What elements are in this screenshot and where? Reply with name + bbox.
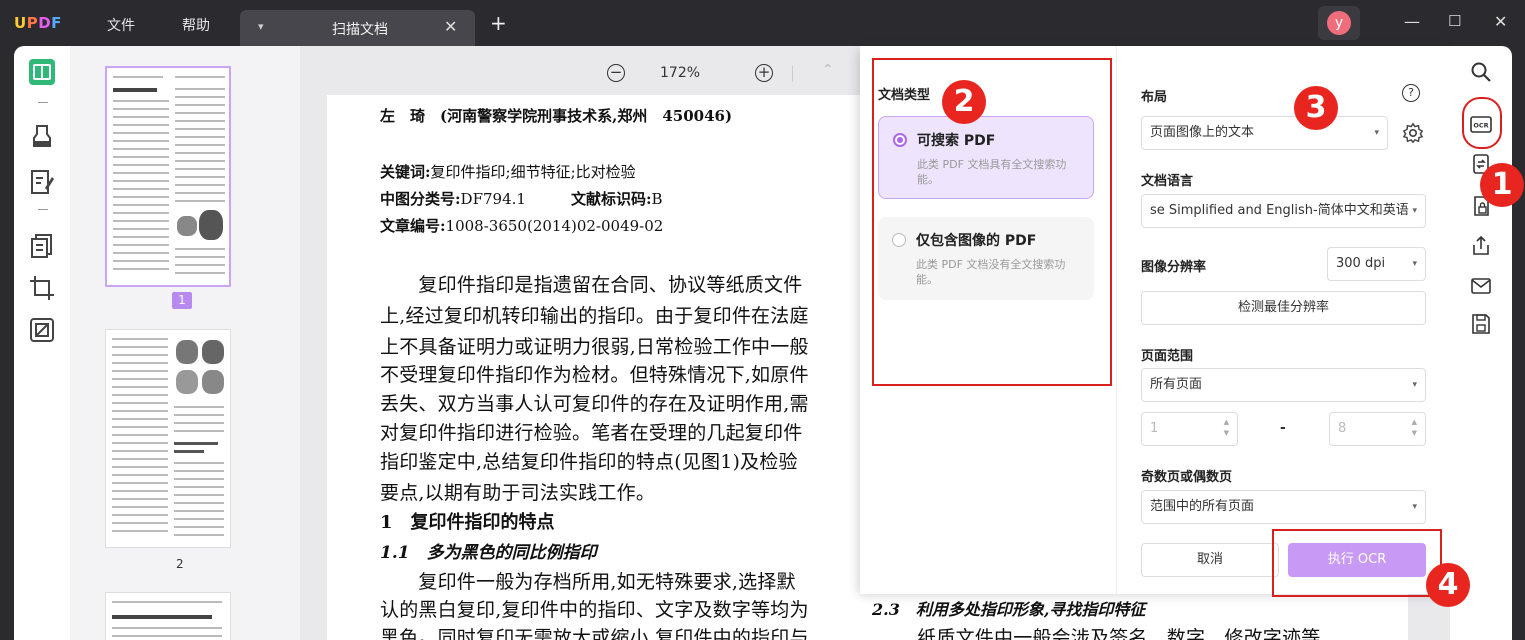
annotation-circle-ocr-icon — [1462, 97, 1502, 149]
thumbnail-panel: 1 2 — [70, 46, 300, 640]
paragraph-line: 认的黑白复印,复印件中的指印、文字及数字等均为 — [380, 599, 809, 621]
page-number-badge: 1 — [172, 292, 192, 309]
paragraph-line: 不受理复印件指印作为检材。但特殊情况下,如原件 — [380, 364, 809, 386]
crop-icon[interactable] — [28, 274, 56, 302]
reader-icon[interactable] — [28, 58, 56, 86]
paragraph-line: 要点,以期有助于司法实践工作。 — [380, 482, 656, 504]
pdf-page: 左 琦 (河南警察学院刑事技术系,郑州 450046) 关键词:复印件指印;细节… — [327, 95, 862, 640]
menu-help[interactable]: 帮助 — [182, 15, 210, 35]
subsection-heading: 2.3 利用多处指印形象,寻找指印特征 — [872, 600, 1146, 619]
zoom-level[interactable]: 172% — [660, 65, 700, 81]
cancel-button[interactable]: 取消 — [1141, 543, 1279, 577]
paragraph-line: 上不具备证明力或证明力很弱,日常检验工作中一般 — [380, 336, 809, 358]
toolbar-divider — [792, 66, 793, 82]
rail-divider — [38, 102, 48, 103]
app-window: UPDF 文件 帮助 ▾ 扫描文档 ✕ + y — ☐ ✕ 1 2 − 172%… — [0, 0, 1525, 640]
classification-line: 中图分类号:DF794.1 文献标识码:B — [380, 190, 663, 208]
paragraph-line: 纸质文件中一般会涉及签名、数字、修改字迹等 — [898, 627, 1321, 640]
resolution-label: 图像分辨率 — [1141, 260, 1207, 275]
email-icon[interactable] — [1469, 274, 1493, 298]
annotation-number-1: 1 — [1480, 163, 1524, 207]
range-from-input[interactable]: 1 ▲ ▼ — [1141, 412, 1238, 446]
stepper-icon[interactable]: ▲ ▼ — [1224, 417, 1229, 439]
page-thumbnail-1[interactable] — [105, 66, 231, 287]
menu-file[interactable]: 文件 — [107, 15, 135, 35]
page-range-label: 页面范围 — [1141, 349, 1194, 364]
page-thumbnail-3[interactable] — [105, 592, 231, 640]
paragraph-line: 黑色。同时复印无需放大或缩小,复印件中的指印与 — [380, 627, 809, 640]
annotation-number-3: 3 — [1294, 86, 1338, 130]
highlighter-icon[interactable] — [28, 122, 56, 150]
zoom-in-button[interactable]: + — [755, 64, 773, 82]
rail-divider — [38, 209, 48, 210]
chevron-down-icon: ▾ — [1412, 206, 1417, 216]
range-separator: - — [1280, 420, 1286, 436]
author-line: 左 琦 (河南警察学院刑事技术系,郑州 450046) — [380, 107, 733, 125]
subsection-heading: 1.1 多为黑色的同比例指印 — [380, 543, 597, 563]
edit-pdf-icon[interactable] — [28, 168, 56, 196]
ocr-settings-column: 布局 ? 页面图像上的文本 ▾ 文档语言 se Simplified and En… — [1116, 46, 1450, 594]
save-icon[interactable] — [1469, 312, 1493, 336]
paragraph-line: 丢失、双方当事人认可复印件的存在及证明作用,需 — [380, 393, 809, 415]
tab-dropdown-icon[interactable]: ▾ — [258, 20, 264, 33]
layout-select[interactable]: 页面图像上的文本 ▾ — [1141, 116, 1388, 150]
paragraph-line: 对复印件指印进行检验。笔者在受理的几起复印件 — [380, 422, 803, 444]
minimize-button[interactable]: — — [1404, 12, 1420, 31]
section-heading: 1 复印件指印的特点 — [380, 512, 555, 533]
paragraph-line: 复印件指印是指遗留在合同、协议等纸质文件 — [380, 274, 803, 296]
annotation-box-doc-type — [872, 58, 1112, 386]
keywords-line: 关键词:复印件指印;细节特征;比对检验 — [380, 163, 636, 181]
page-number-label: 2 — [176, 557, 184, 571]
window-edge — [1512, 46, 1525, 640]
maximize-button[interactable]: ☐ — [1448, 12, 1461, 30]
annotation-number-2: 2 — [942, 80, 986, 124]
annotation-number-4: 4 — [1426, 563, 1470, 607]
chevron-down-icon: ▾ — [1412, 502, 1417, 512]
page-thumbnail-2[interactable] — [105, 329, 231, 548]
odd-even-label: 奇数页或偶数页 — [1141, 470, 1233, 485]
odd-even-select[interactable]: 范围中的所有页面 ▾ — [1141, 490, 1426, 524]
language-label: 文档语言 — [1141, 174, 1194, 189]
title-bar: UPDF 文件 帮助 ▾ 扫描文档 ✕ + y — ☐ ✕ — [0, 0, 1525, 46]
range-to-input[interactable]: 8 ▲ ▼ — [1329, 412, 1426, 446]
article-number-line: 文章编号:1008-3650(2014)02-0049-02 — [380, 217, 664, 235]
detect-resolution-button[interactable]: 检测最佳分辨率 — [1141, 291, 1426, 325]
help-icon[interactable]: ? — [1402, 84, 1420, 102]
language-select[interactable]: se Simplified and English-简体中文和英语 ▾ — [1141, 194, 1426, 228]
organize-pages-icon[interactable] — [28, 232, 56, 260]
tab-title: 扫描文档 — [332, 22, 388, 38]
paragraph-line: 复印件一般为存档所用,如无特殊要求,选择默 — [380, 571, 796, 593]
close-window-button[interactable]: ✕ — [1494, 12, 1507, 31]
annotation-box-run-ocr — [1272, 529, 1442, 597]
zoom-out-button[interactable]: − — [607, 64, 625, 82]
gear-icon[interactable] — [1402, 122, 1424, 144]
stepper-icon[interactable]: ▲ ▼ — [1412, 417, 1417, 439]
tab-close-icon[interactable]: ✕ — [444, 17, 457, 36]
app-logo: UPDF — [14, 14, 62, 32]
zoom-toolbar: − 172% + ⌃ — [300, 54, 860, 92]
left-tool-rail — [14, 46, 70, 640]
search-icon[interactable] — [1469, 60, 1493, 84]
resolution-select[interactable]: 300 dpi ▾ — [1327, 247, 1426, 281]
layout-label: 布局 — [1141, 90, 1168, 105]
chevron-down-icon: ▾ — [1412, 380, 1417, 390]
document-tab[interactable]: ▾ 扫描文档 ✕ — [240, 10, 475, 46]
paragraph-line: 指印鉴定中,总结复印件指印的特点(见图1)及检验 — [380, 451, 798, 473]
paragraph-line: 上,经过复印机转印输出的指印。由于复印件在法庭 — [380, 305, 809, 327]
new-tab-button[interactable]: + — [490, 13, 507, 33]
user-account-button[interactable]: y — [1318, 6, 1360, 40]
previous-page-button[interactable]: ⌃ — [822, 62, 834, 78]
chevron-down-icon: ▾ — [1412, 259, 1417, 269]
avatar: y — [1327, 11, 1351, 35]
tools-icon[interactable] — [28, 316, 56, 344]
share-icon[interactable] — [1469, 234, 1493, 258]
page-range-select[interactable]: 所有页面 ▾ — [1141, 368, 1426, 402]
chevron-down-icon: ▾ — [1374, 128, 1379, 138]
